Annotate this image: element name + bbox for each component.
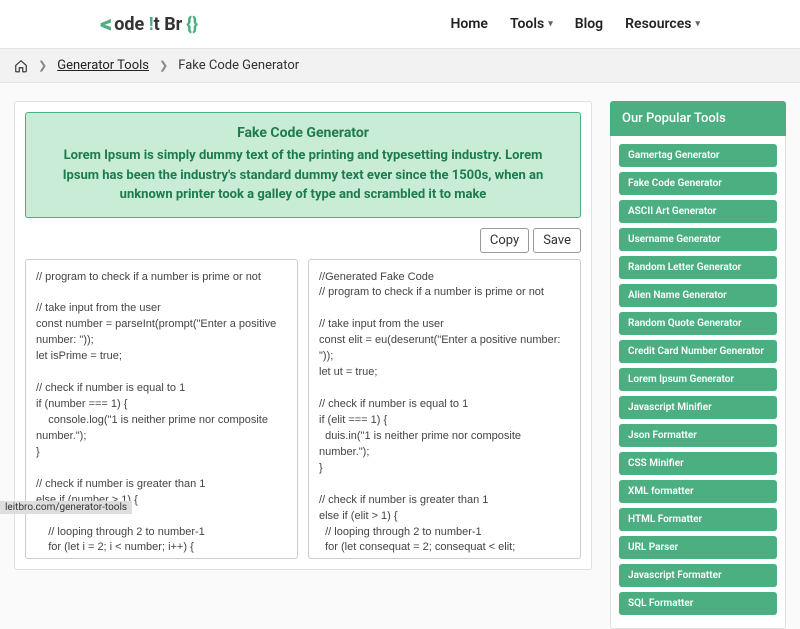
home-icon[interactable] [14,59,28,73]
tool-link[interactable]: Random Letter Generator [619,256,777,279]
logo-chevron-icon: < [100,10,112,38]
tool-link[interactable]: Gamertag Generator [619,144,777,167]
generator-panel: Fake Code Generator Lorem Ipsum is simpl… [14,101,592,570]
tool-link[interactable]: Alien Name Generator [619,284,777,307]
save-button[interactable]: Save [533,228,581,253]
tool-link[interactable]: URL Parser [619,536,777,559]
sidebar-title: Our Popular Tools [610,101,786,136]
top-nav: Home Tools▾ Blog Resources▾ [450,16,700,32]
chevron-right-icon: ❯ [38,59,47,72]
logo[interactable]: <ode !t Br{} [100,10,198,38]
copy-button[interactable]: Copy [480,228,529,253]
hero-banner: Fake Code Generator Lorem Ipsum is simpl… [25,112,581,218]
popular-tools-list: Gamertag Generator Fake Code Generator ASC… [610,136,786,629]
tool-link[interactable]: ASCII Art Generator [619,200,777,223]
tool-link[interactable]: CSS Minifier [619,452,777,475]
site-header: <ode !t Br{} Home Tools▾ Blog Resources▾ [0,0,800,48]
chevron-right-icon: ❯ [159,59,168,72]
tool-link[interactable]: Random Quote Generator [619,312,777,335]
nav-resources[interactable]: Resources▾ [625,16,700,32]
action-buttons: Copy Save [25,228,581,253]
main-content: Fake Code Generator Lorem Ipsum is simpl… [0,83,800,629]
chevron-down-icon: ▾ [548,19,553,29]
nav-blog[interactable]: Blog [575,16,603,32]
logo-braces-icon: {} [186,14,198,35]
tool-link[interactable]: Lorem Ipsum Generator [619,368,777,391]
hero-description: Lorem Ipsum is simply dummy text of the … [56,146,550,205]
tool-link[interactable]: HTML Formatter [619,508,777,531]
breadcrumb-link[interactable]: Generator Tools [57,58,149,73]
chevron-down-icon: ▾ [695,19,700,29]
tool-link[interactable]: Javascript Formatter [619,564,777,587]
breadcrumb: ❯ Generator Tools ❯ Fake Code Generator [0,48,800,83]
tool-link[interactable]: Fake Code Generator [619,172,777,195]
status-bar: leitbro.com/generator-tools [0,501,132,514]
breadcrumb-current: Fake Code Generator [178,58,299,73]
sidebar: Our Popular Tools Gamertag Generator Fake… [610,101,786,629]
tool-link[interactable]: Credit Card Number Generator [619,340,777,363]
tool-link[interactable]: SQL Formatter [619,592,777,615]
tool-link[interactable]: Username Generator [619,228,777,251]
nav-tools[interactable]: Tools▾ [510,16,553,32]
tool-link[interactable]: XML formatter [619,480,777,503]
nav-home[interactable]: Home [450,16,488,32]
tool-link[interactable]: Json Formatter [619,424,777,447]
tool-link[interactable]: Javascript Minifier [619,396,777,419]
hero-title: Fake Code Generator [56,125,550,141]
